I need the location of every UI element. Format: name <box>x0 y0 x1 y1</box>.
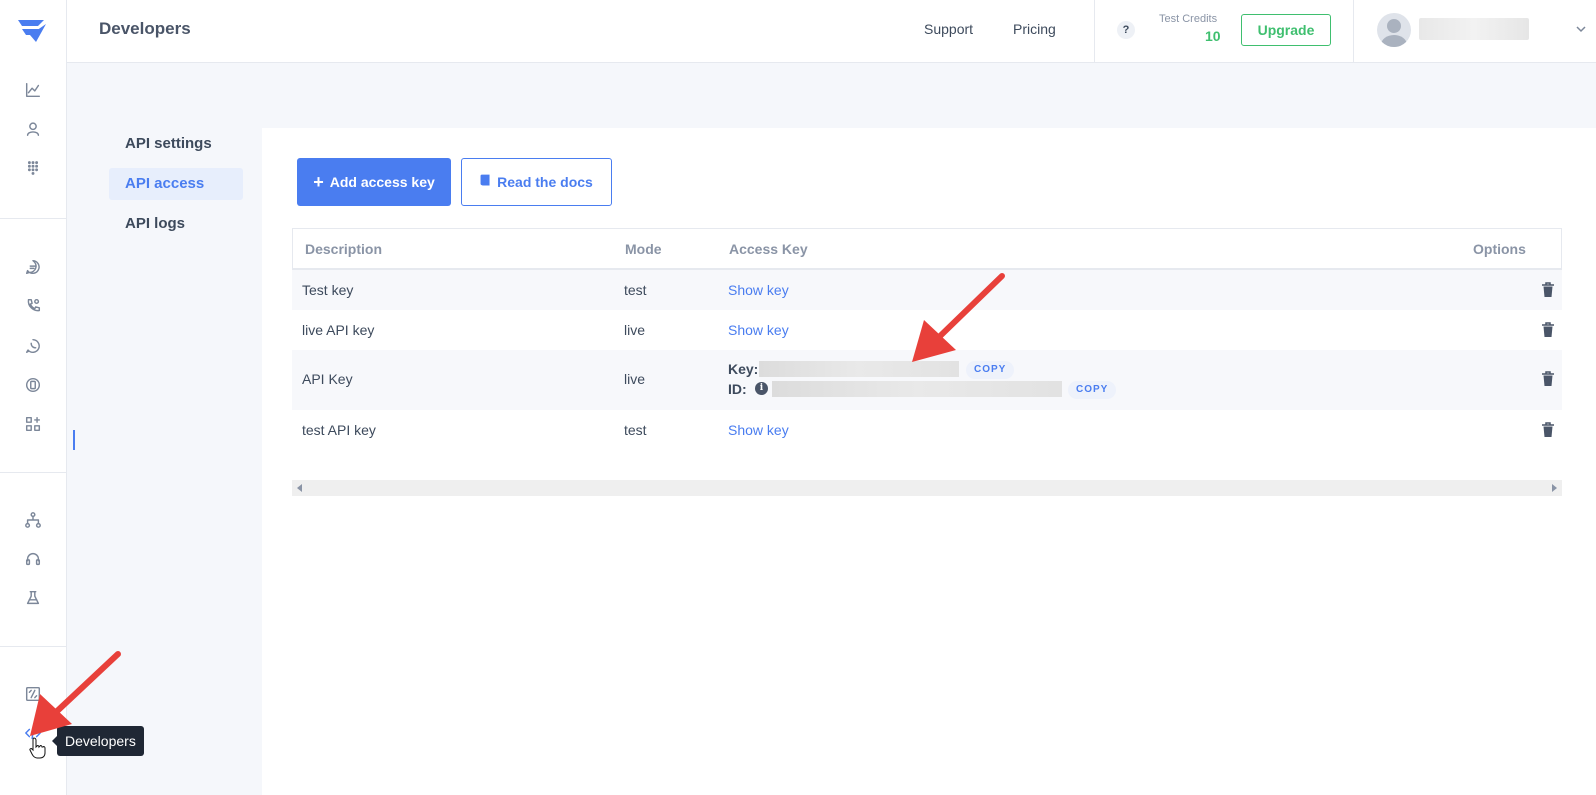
row-mode: live <box>624 322 646 338</box>
id-label: ID: <box>728 381 747 397</box>
apps-icon[interactable] <box>21 412 45 436</box>
add-access-key-label: Add access key <box>329 174 435 190</box>
credits-label: Test Credits <box>1159 13 1218 25</box>
show-key-link[interactable]: Show key <box>728 282 789 298</box>
row-description: Test key <box>302 282 354 298</box>
credits-value: 10 <box>1205 28 1221 44</box>
subnav-api-logs[interactable]: API logs <box>109 208 243 240</box>
chart-line-icon[interactable] <box>21 78 45 102</box>
grid-dots-icon[interactable] <box>21 156 45 180</box>
row-description: live API key <box>302 322 375 338</box>
header-divider <box>1353 0 1354 62</box>
row-mode: test <box>624 422 647 438</box>
page-title: Developers <box>99 19 191 38</box>
table-header: Description Mode Access Key Options <box>292 228 1562 270</box>
add-access-key-button[interactable]: + Add access key <box>297 158 451 206</box>
active-indicator <box>73 430 75 450</box>
avatar[interactable] <box>1377 13 1411 47</box>
row-mode: live <box>624 371 646 387</box>
upgrade-button[interactable]: Upgrade <box>1241 14 1331 46</box>
trash-icon[interactable] <box>1541 322 1555 338</box>
id-value-redacted <box>772 381 1062 397</box>
subnav-api-settings[interactable]: API settings <box>109 128 243 160</box>
scroll-left-icon[interactable] <box>297 484 302 492</box>
col-mode[interactable]: Mode <box>625 241 662 257</box>
flask-icon[interactable] <box>21 586 45 610</box>
read-docs-button[interactable]: Read the docs <box>461 158 612 206</box>
trash-icon[interactable] <box>1541 282 1555 298</box>
help-icon[interactable]: ? <box>1117 21 1135 39</box>
col-description[interactable]: Description <box>305 241 382 257</box>
sidebar-divider <box>0 646 66 647</box>
row-description: API Key <box>302 371 353 387</box>
flow-icon[interactable] <box>21 508 45 532</box>
annotation-arrow-icon <box>912 273 1005 362</box>
hand-cursor-icon <box>29 737 47 759</box>
horizontal-scrollbar[interactable] <box>292 480 1562 496</box>
book-icon <box>480 174 491 190</box>
row-description: test API key <box>302 422 376 438</box>
show-key-link[interactable]: Show key <box>728 422 789 438</box>
plus-icon: + <box>313 172 324 192</box>
table-row: test API key test Show key <box>292 410 1562 450</box>
headset-icon[interactable] <box>21 547 45 571</box>
support-link[interactable]: Support <box>924 21 973 37</box>
top-header: Developers Support Pricing ? Test Credit… <box>67 0 1596 63</box>
sidebar-divider <box>0 472 66 473</box>
badge-icon[interactable] <box>21 373 45 397</box>
subnav-api-access[interactable]: API access <box>109 168 243 200</box>
logo-icon[interactable] <box>16 18 48 44</box>
col-options[interactable]: Options <box>1473 241 1526 257</box>
key-label: Key: <box>728 361 759 377</box>
username-redacted <box>1419 18 1529 40</box>
read-docs-label: Read the docs <box>497 174 593 190</box>
header-divider <box>1094 0 1095 62</box>
copy-id-button[interactable]: COPY <box>1068 381 1117 399</box>
whatsapp-icon[interactable] <box>21 334 45 358</box>
col-access-key[interactable]: Access Key <box>729 241 808 257</box>
show-key-link[interactable]: Show key <box>728 322 789 338</box>
scroll-right-icon[interactable] <box>1552 484 1557 492</box>
user-icon[interactable] <box>21 117 45 141</box>
pricing-link[interactable]: Pricing <box>1013 21 1056 37</box>
row-mode: test <box>624 282 647 298</box>
info-icon[interactable]: i <box>755 382 768 395</box>
sidebar-divider <box>0 218 66 219</box>
annotation-arrow-icon <box>30 651 121 736</box>
trash-icon[interactable] <box>1541 422 1555 438</box>
phone-icon[interactable] <box>21 294 45 318</box>
chat-icon[interactable] <box>21 255 45 279</box>
trash-icon[interactable] <box>1541 371 1555 387</box>
chevron-down-icon[interactable] <box>1575 22 1587 34</box>
